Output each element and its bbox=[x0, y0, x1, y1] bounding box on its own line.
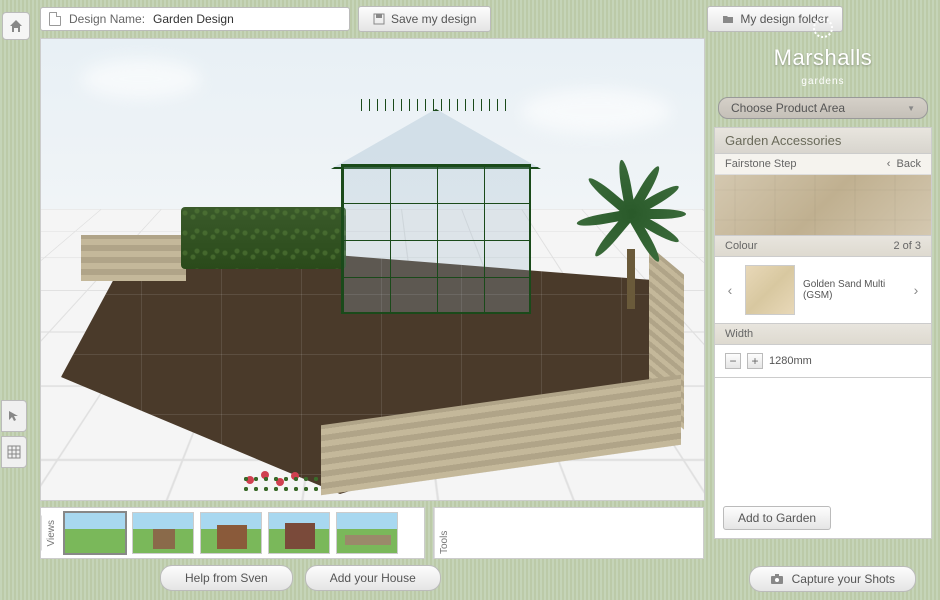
move-tool-tab[interactable] bbox=[1, 400, 27, 432]
brand-icon bbox=[813, 18, 833, 38]
add-house-button[interactable]: Add your House bbox=[305, 565, 441, 591]
right-panel: Marshalls gardens Choose Product Area Ga… bbox=[714, 6, 932, 539]
view-thumb-3[interactable] bbox=[200, 512, 262, 554]
brand-logo: Marshalls gardens bbox=[714, 6, 932, 97]
design-name-label: Design Name: bbox=[69, 12, 145, 26]
grid-tool-tab[interactable] bbox=[1, 436, 27, 468]
document-icon bbox=[49, 12, 61, 26]
capture-shots-button[interactable]: Capture your Shots bbox=[749, 566, 916, 592]
width-decrease-button[interactable]: − bbox=[725, 353, 741, 369]
tools-panel: Tools bbox=[433, 507, 704, 559]
product-header: Fairstone Step ‹ Back bbox=[715, 154, 931, 175]
help-button[interactable]: Help from Sven bbox=[160, 565, 293, 591]
flowers bbox=[241, 466, 321, 496]
3d-viewport[interactable] bbox=[40, 38, 705, 501]
product-area-dropdown[interactable]: Choose Product Area bbox=[718, 97, 928, 119]
camera-icon bbox=[770, 573, 784, 585]
colour-name: Golden Sand Multi (GSM) bbox=[803, 279, 901, 301]
save-design-button[interactable]: Save my design bbox=[358, 6, 491, 32]
add-to-garden-button[interactable]: Add to Garden bbox=[723, 506, 831, 530]
home-button[interactable] bbox=[2, 12, 30, 40]
width-value: 1280mm bbox=[769, 355, 812, 367]
category-header: Garden Accessories bbox=[715, 128, 931, 154]
view-thumb-4[interactable] bbox=[268, 512, 330, 554]
width-header: Width bbox=[715, 323, 931, 345]
colour-header: Colour 2 of 3 bbox=[715, 235, 931, 257]
product-image bbox=[715, 175, 931, 235]
width-increase-button[interactable]: + bbox=[747, 353, 763, 369]
view-thumb-2[interactable] bbox=[132, 512, 194, 554]
colour-swatch bbox=[745, 265, 795, 315]
home-icon bbox=[8, 18, 24, 34]
views-panel: Views bbox=[40, 507, 425, 559]
back-button[interactable]: ‹ Back bbox=[887, 158, 921, 170]
view-thumb-5[interactable] bbox=[336, 512, 398, 554]
views-label: Views bbox=[41, 516, 61, 551]
design-name-value: Garden Design bbox=[153, 12, 234, 26]
save-icon bbox=[373, 13, 385, 25]
design-name-field[interactable]: Design Name: Garden Design bbox=[40, 7, 350, 31]
grid-icon bbox=[7, 445, 21, 459]
colour-next-button[interactable]: › bbox=[909, 275, 923, 305]
palm-tree bbox=[571, 169, 691, 309]
cursor-icon bbox=[7, 409, 21, 423]
greenhouse bbox=[321, 89, 551, 314]
tools-label: Tools bbox=[434, 508, 454, 558]
stone-wall bbox=[111, 235, 186, 281]
colour-prev-button[interactable]: ‹ bbox=[723, 275, 737, 305]
view-thumb-1[interactable] bbox=[64, 512, 126, 554]
